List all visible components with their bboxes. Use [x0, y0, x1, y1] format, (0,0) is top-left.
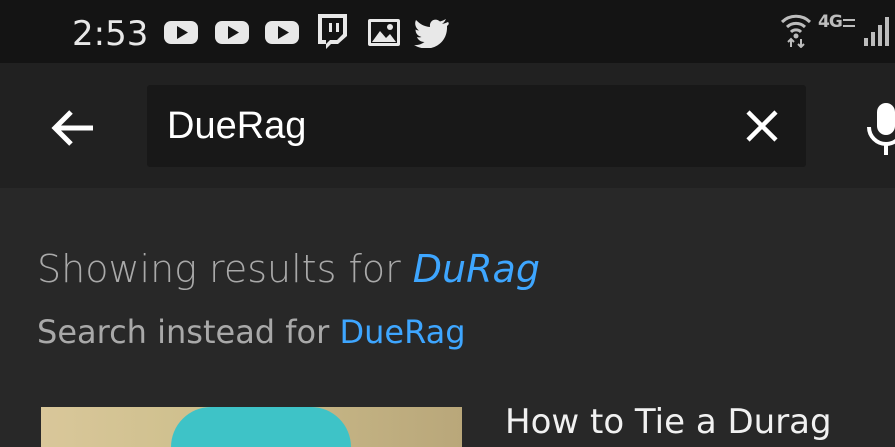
video-thumbnail[interactable] [41, 407, 462, 447]
search-results: Showing results for DuRag Search instead… [0, 188, 895, 447]
search-instead-line: Search instead for DueRag [37, 312, 466, 352]
thumbnail-image [171, 407, 351, 447]
status-bar: 2:53 4G [0, 0, 895, 63]
image-icon [368, 19, 400, 46]
corrected-query-link[interactable]: DuRag [413, 247, 540, 291]
search-input[interactable] [167, 85, 727, 167]
voice-search-button[interactable] [866, 101, 895, 157]
network-arrows-icon [843, 19, 855, 27]
arrow-left-icon [51, 110, 93, 146]
showing-results-line: Showing results for DuRag [37, 246, 540, 292]
search-box [147, 85, 806, 167]
youtube-icon [265, 21, 299, 44]
original-query-link[interactable]: DueRag [339, 313, 465, 351]
close-icon [746, 110, 778, 142]
search-instead-prefix: Search instead for [37, 313, 340, 351]
youtube-icon [215, 21, 249, 44]
network-label: 4G [818, 12, 843, 32]
twitter-icon [414, 19, 449, 48]
microphone-icon [867, 103, 895, 155]
wifi-icon [780, 14, 812, 48]
search-app-bar [0, 63, 895, 188]
video-title[interactable]: How to Tie a Durag [505, 402, 832, 442]
twitch-icon [318, 14, 347, 49]
network-4g-icon: 4G [818, 12, 858, 38]
showing-results-prefix: Showing results for [37, 247, 413, 291]
back-button[interactable] [48, 103, 98, 153]
youtube-icon [164, 21, 198, 44]
status-time: 2:53 [72, 14, 149, 54]
clear-search-button[interactable] [741, 105, 783, 147]
signal-icon [864, 17, 889, 46]
